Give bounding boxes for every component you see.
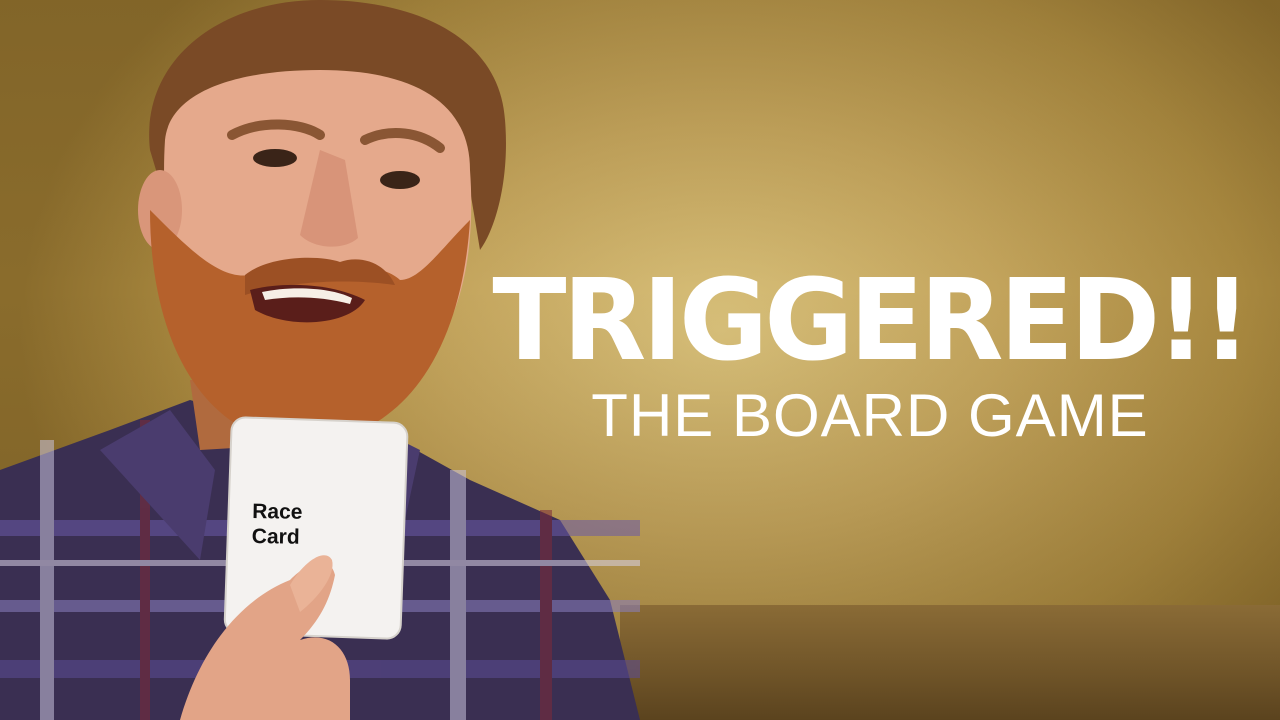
main-title: TRIGGERED!! (492, 256, 1251, 386)
left-eye (253, 149, 297, 167)
floor-area (620, 605, 1280, 720)
title-overlay: TRIGGERED!! THE BOARD GAME (470, 262, 1270, 448)
subtitle: THE BOARD GAME (591, 382, 1149, 449)
video-thumbnail: Race Card TRIGGERED!! THE BOARD GAME (0, 0, 1280, 720)
card-label: Race Card (252, 499, 373, 551)
right-eye (380, 171, 420, 189)
card-label-line2: Card (251, 524, 300, 549)
card-label-line1: Race (252, 499, 303, 524)
